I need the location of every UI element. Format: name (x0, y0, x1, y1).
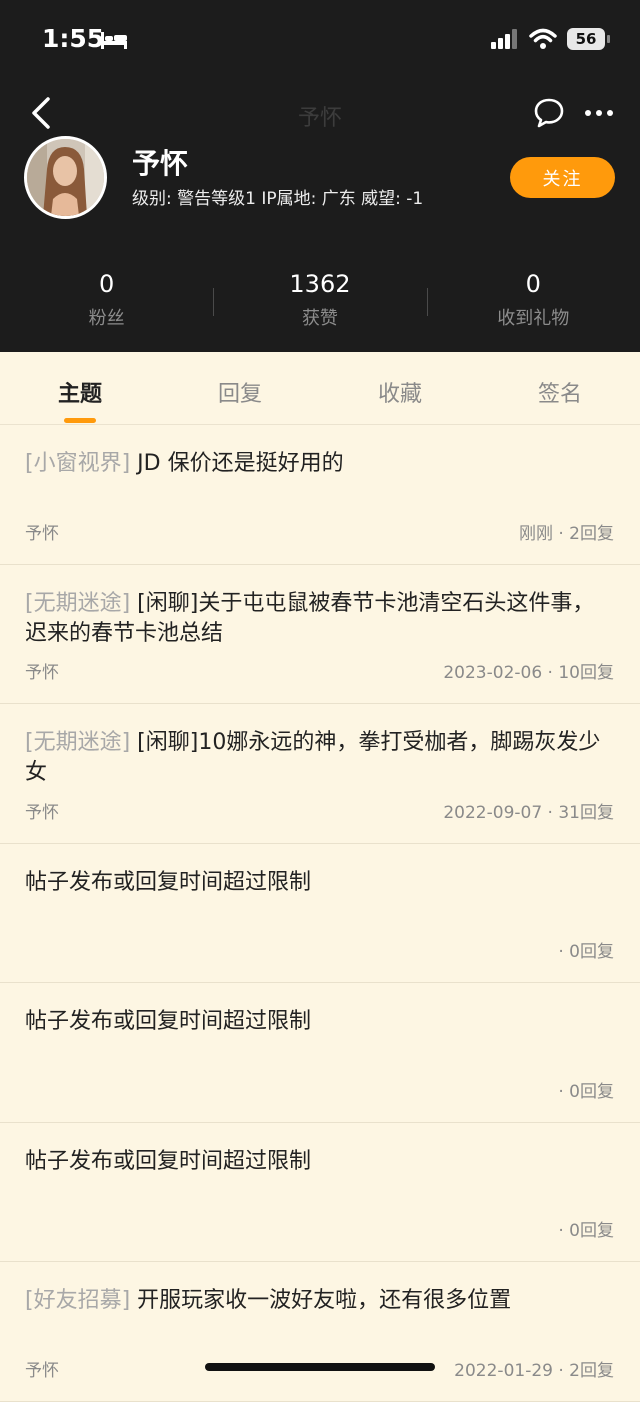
dot (596, 110, 602, 116)
tab-replies[interactable]: 回复 (160, 352, 320, 424)
list-item[interactable]: [无期迷途] [闲聊]10娜永远的神，拳打受枷者，脚踢灰发少女 予怀 2022-… (0, 704, 640, 844)
active-tab-indicator (64, 418, 96, 423)
follow-button[interactable]: 关注 (510, 157, 615, 198)
tab-label: 回复 (217, 382, 262, 407)
post-title-text: JD 保价还是挺好用的 (130, 451, 344, 476)
stats-row: 0 粉丝 1362 获赞 0 收到礼物 (0, 270, 640, 330)
cellular-signal-icon (491, 29, 517, 49)
list-item[interactable]: [好友招募] 开服玩家收一波好友啦，还有很多位置 予怀 2022-01-29 ·… (0, 1262, 640, 1402)
post-info: 2022-09-07 · 31回复 (443, 802, 614, 823)
battery-tip (607, 35, 610, 43)
post-title: [小窗视界] JD 保价还是挺好用的 (25, 449, 610, 479)
status-time: 1:55 (42, 24, 105, 53)
post-author: 予怀 (25, 802, 59, 823)
post-title-text: 帖子发布或回复时间超过限制 (25, 1009, 312, 1034)
stat-divider (426, 288, 428, 316)
post-tag: [好友招募] (25, 1288, 131, 1313)
stat-gifts[interactable]: 0 收到礼物 (426, 270, 640, 330)
post-tag: [无期迷途] (25, 730, 131, 755)
tab-label: 收藏 (377, 382, 422, 407)
list-item[interactable]: 帖子发布或回复时间超过限制 · 0回复 (0, 983, 640, 1123)
status-indicators: 56 (491, 28, 610, 50)
post-tag: [小窗视界] (25, 451, 131, 476)
post-info: · 0回复 (558, 1081, 614, 1102)
post-title: 帖子发布或回复时间超过限制 (25, 868, 610, 898)
post-info: · 0回复 (558, 1221, 614, 1241)
post-title: [无期迷途] [闲聊]关于屯屯鼠被春节卡池清空石头这件事，迟来的春节卡池总结 (25, 589, 610, 649)
stat-label: 获赞 (301, 308, 338, 329)
post-title-text: 帖子发布或回复时间超过限制 (25, 869, 312, 895)
tab-topics[interactable]: 主题 (0, 352, 160, 424)
user-meta: 级别: 警告等级1 IP属地: 广东 威望: -1 (132, 189, 424, 209)
list-item[interactable]: [小窗视界] JD 保价还是挺好用的 予怀 刚刚 · 2回复 (0, 425, 640, 565)
wifi-icon (529, 28, 557, 49)
more-options-icon[interactable] (585, 110, 613, 116)
list-item[interactable]: 帖子发布或回复时间超过限制 · 0回复 (0, 844, 640, 983)
list-item[interactable]: 帖子发布或回复时间超过限制 · 0回复 (0, 1123, 640, 1262)
post-info: · 0回复 (558, 942, 614, 962)
list-item[interactable]: [无期迷途] [闲聊]关于屯屯鼠被春节卡池清空石头这件事，迟来的春节卡池总结 予… (0, 565, 640, 704)
stat-likes[interactable]: 1362 获赞 (213, 270, 426, 330)
home-indicator[interactable] (205, 1363, 435, 1371)
avatar-photo-icon (27, 139, 104, 216)
tab-signature[interactable]: 签名 (480, 352, 640, 424)
dot (585, 110, 591, 116)
profile-header: 1:55 56 予怀 予怀 级别: 警告等级1 IP属地: 广东 威望: -1 … (0, 0, 640, 352)
avatar[interactable] (24, 136, 107, 219)
post-title: 帖子发布或回复时间超过限制 (25, 1147, 610, 1177)
post-list: [小窗视界] JD 保价还是挺好用的 予怀 刚刚 · 2回复 [无期迷途] [闲… (0, 425, 640, 1402)
post-info: 刚刚 · 2回复 (518, 523, 614, 544)
stat-value: 1362 (289, 270, 351, 298)
tab-label: 主题 (57, 382, 102, 407)
battery-indicator: 56 (567, 28, 605, 50)
stat-label: 收到礼物 (497, 308, 570, 329)
dot (607, 110, 613, 116)
stat-fans[interactable]: 0 粉丝 (0, 270, 213, 330)
post-info: 2022-01-29 · 2回复 (454, 1360, 614, 1381)
stat-divider (213, 288, 215, 316)
post-tag: [无期迷途] (25, 590, 131, 616)
post-author: 予怀 (25, 523, 59, 544)
post-title: [好友招募] 开服玩家收一波好友啦，还有很多位置 (25, 1286, 610, 1316)
post-title: 帖子发布或回复时间超过限制 (25, 1007, 610, 1037)
post-title-text: 帖子发布或回复时间超过限制 (25, 1148, 312, 1174)
post-author: 予怀 (25, 663, 59, 683)
post-title-text: 开服玩家收一波好友啦，还有很多位置 (130, 1288, 512, 1313)
tab-favorites[interactable]: 收藏 (320, 352, 480, 424)
sleep-focus-icon (101, 32, 127, 49)
stat-value: 0 (525, 270, 541, 298)
post-info: 2023-02-06 · 10回复 (443, 663, 614, 683)
message-icon[interactable] (533, 97, 565, 129)
post-author: 予怀 (25, 1360, 59, 1381)
tab-bar: 主题 回复 收藏 签名 (0, 352, 640, 425)
stat-value: 0 (99, 270, 115, 298)
stat-label: 粉丝 (88, 308, 125, 329)
post-title: [无期迷途] [闲聊]10娜永远的神，拳打受枷者，脚踢灰发少女 (25, 728, 610, 788)
tab-label: 签名 (537, 382, 582, 407)
user-name: 予怀 (132, 147, 189, 180)
